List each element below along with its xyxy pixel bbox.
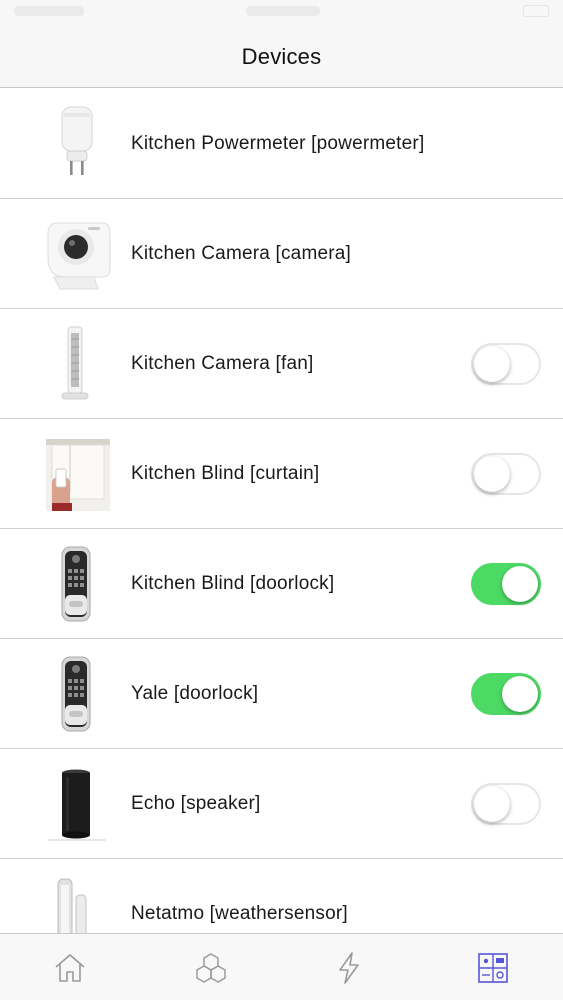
status-carrier <box>14 6 84 16</box>
toggle-knob <box>502 676 538 712</box>
device-toggle[interactable] <box>471 453 541 495</box>
device-name: Netatmo [weathersensor] <box>131 903 348 924</box>
device-list[interactable]: Kitchen Powermeter [powermeter] Kitchen … <box>0 89 563 933</box>
device-name: Echo [speaker] <box>131 793 261 814</box>
tab-automations[interactable] <box>329 948 369 988</box>
tab-devices[interactable] <box>191 948 231 988</box>
device-name: Kitchen Camera [fan] <box>131 353 314 374</box>
lightning-icon <box>339 952 359 984</box>
tab-home[interactable] <box>50 948 90 988</box>
device-name: Kitchen Powermeter [powermeter] <box>131 133 425 154</box>
weather-sensor-icon <box>40 873 112 933</box>
doorlock-icon <box>40 543 112 625</box>
rooms-grid-icon <box>478 953 508 983</box>
battery-icon <box>523 5 549 17</box>
doorlock-icon <box>40 653 112 735</box>
tab-bar <box>0 933 563 1000</box>
roller-blind-icon <box>40 433 112 515</box>
device-name: Kitchen Blind [curtain] <box>131 463 320 484</box>
list-item[interactable]: Yale [doorlock] <box>0 639 563 749</box>
device-toggle[interactable] <box>471 563 541 605</box>
device-toggle[interactable] <box>471 673 541 715</box>
tab-rooms[interactable] <box>473 948 513 988</box>
powermeter-plug-icon <box>40 103 112 185</box>
device-name: Yale [doorlock] <box>131 683 259 704</box>
device-name: Kitchen Blind [doorlock] <box>131 573 335 594</box>
status-time <box>246 6 320 16</box>
toggle-knob <box>502 566 538 602</box>
device-toggle[interactable] <box>471 783 541 825</box>
list-item[interactable]: Kitchen Camera [fan] <box>0 309 563 419</box>
device-name: Kitchen Camera [camera] <box>131 243 352 264</box>
home-icon <box>55 954 85 982</box>
list-item[interactable]: Echo [speaker] <box>0 749 563 859</box>
echo-speaker-icon <box>40 763 112 845</box>
devices-cubes-icon <box>196 953 226 983</box>
list-item[interactable]: Netatmo [weathersensor] <box>0 859 563 933</box>
page-title: Devices <box>241 44 322 69</box>
list-item[interactable]: Kitchen Blind [curtain] <box>0 419 563 529</box>
list-item[interactable]: Kitchen Powermeter [powermeter] <box>0 89 563 199</box>
toggle-knob <box>474 786 510 822</box>
list-item[interactable]: Kitchen Blind [doorlock] <box>0 529 563 639</box>
list-item[interactable]: Kitchen Camera [camera] <box>0 199 563 309</box>
status-bar <box>0 0 563 28</box>
toggle-knob <box>474 346 510 382</box>
navigation-bar: Devices <box>0 28 563 88</box>
device-toggle[interactable] <box>471 343 541 385</box>
tower-fan-icon <box>40 323 112 405</box>
toggle-knob <box>474 456 510 492</box>
camera-icon <box>40 213 112 295</box>
